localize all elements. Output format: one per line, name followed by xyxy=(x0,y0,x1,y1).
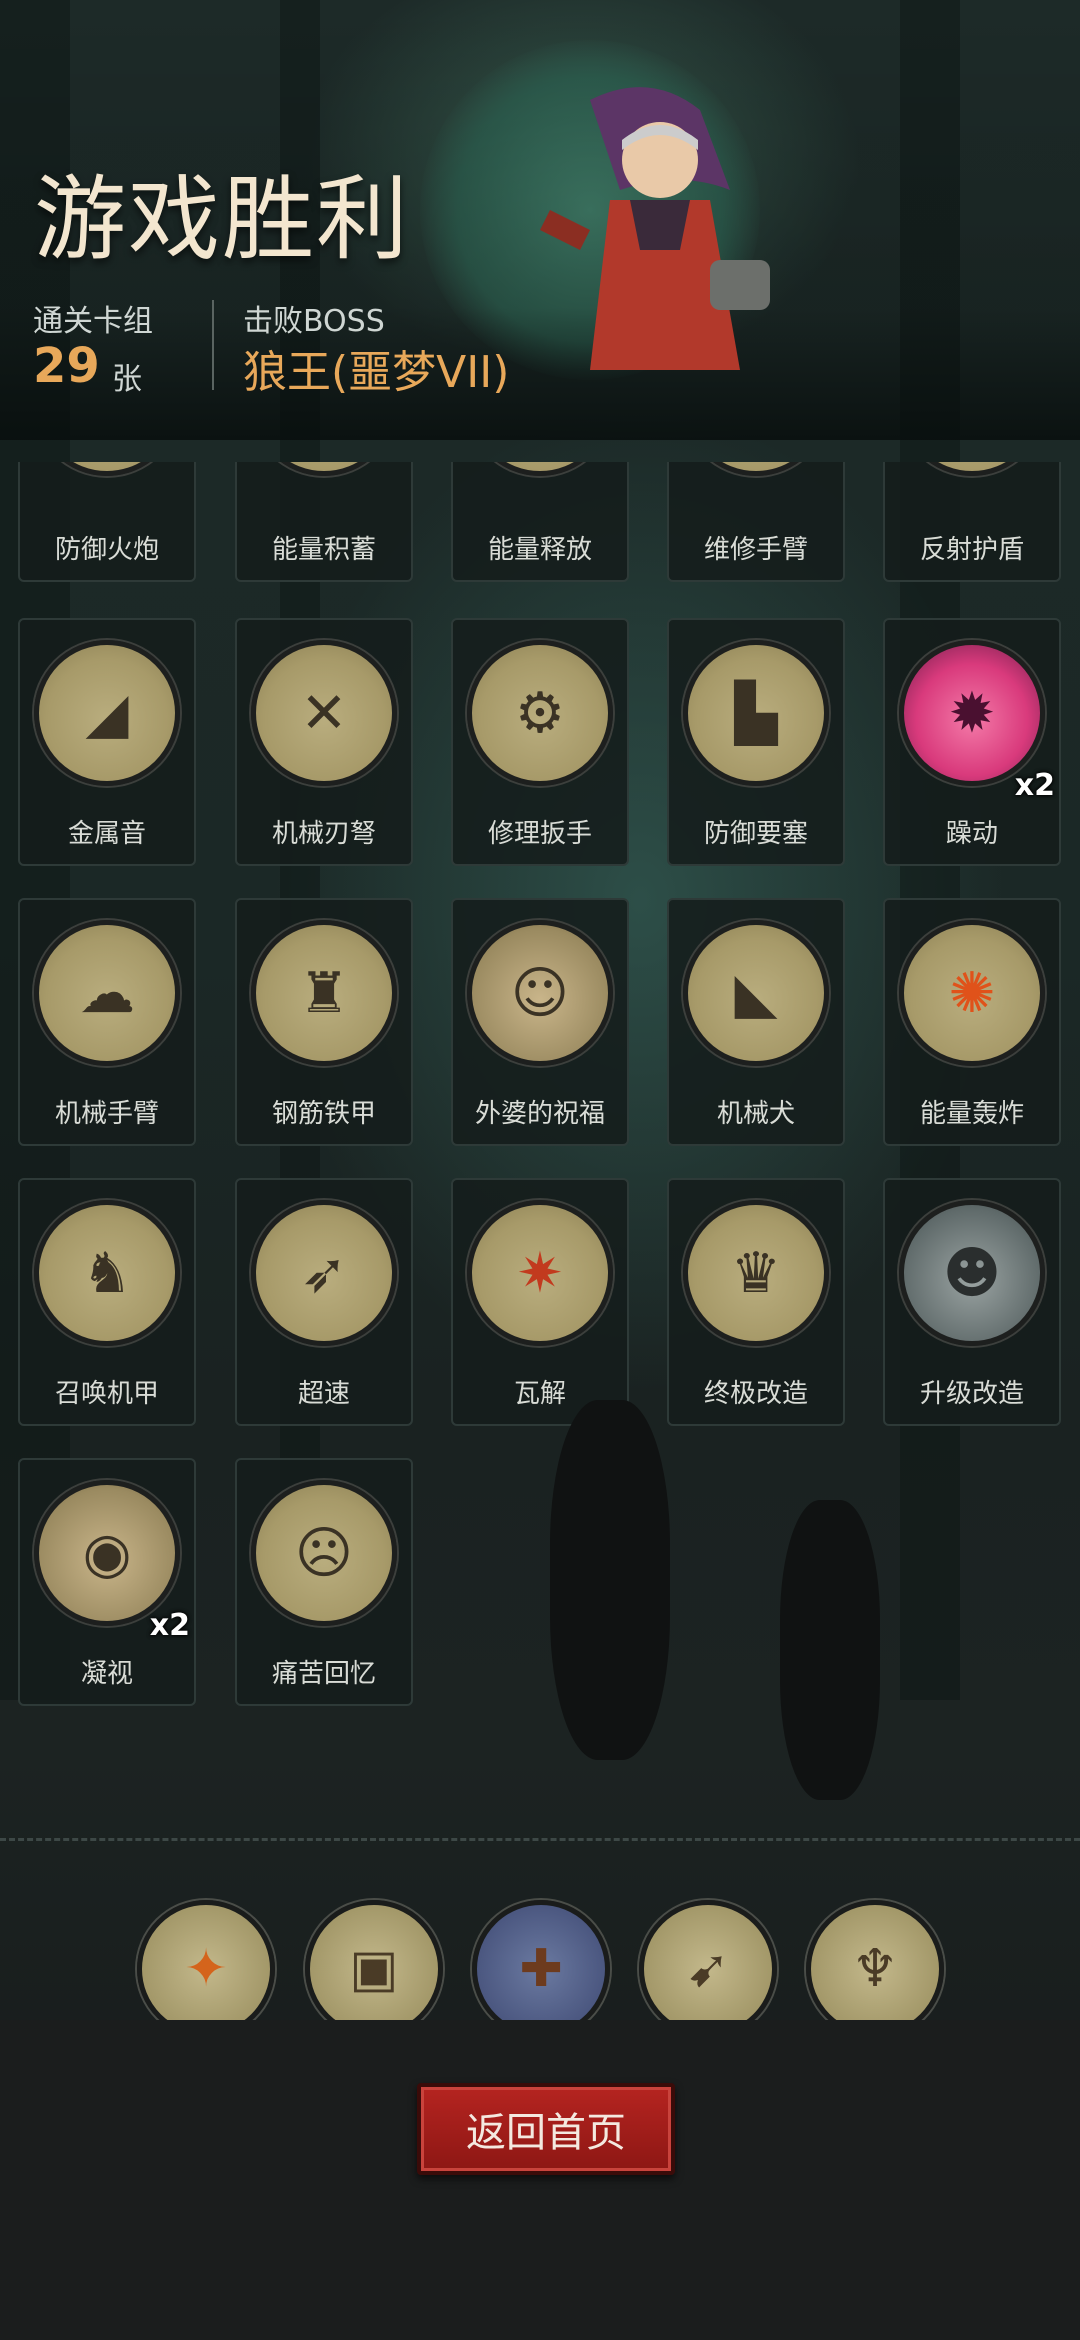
card-name: 反射护盾 xyxy=(919,535,1024,565)
card-name: 机械刃弩 xyxy=(271,819,376,849)
fire-drill-relic-icon[interactable]: ✦ xyxy=(137,1900,275,2038)
holy-book-relic-icon[interactable]: ✚ xyxy=(472,1900,610,2038)
return-home-button[interactable]: 返回首页 xyxy=(417,2083,675,2175)
card-item[interactable]: ♜ 钢筋铁甲 xyxy=(235,898,413,1146)
summon-mech-icon: ♞ xyxy=(34,1200,180,1346)
card-item[interactable]: 维修手臂 xyxy=(667,462,845,582)
card-name: 机械手臂 xyxy=(54,1099,159,1129)
card-name: 能量轰炸 xyxy=(919,1099,1024,1129)
boss-label: 击败BOSS xyxy=(243,304,385,339)
section-divider xyxy=(0,1838,1080,1841)
energy-store-icon xyxy=(251,462,397,476)
card-item[interactable]: ⚙ 修理扳手 xyxy=(451,618,629,866)
gaze-owl-icon: ◉ xyxy=(34,1480,180,1626)
arrows-relic-icon[interactable]: ➹ xyxy=(639,1900,777,2038)
steel-armor-icon: ♜ xyxy=(251,920,397,1066)
clear-deck-unit: 张 xyxy=(112,362,142,397)
card-name: 机械犬 xyxy=(716,1099,795,1129)
painful-memory-icon: ☹ xyxy=(251,1480,397,1626)
disintegrate-icon: ✷ xyxy=(467,1200,613,1346)
mech-arm-icon: ☁ xyxy=(34,920,180,1066)
cannon-icon xyxy=(34,462,180,476)
card-name: 升级改造 xyxy=(919,1379,1024,1409)
relic-row: ✦ ▣ ✚ ➹ ♆ xyxy=(0,1900,1080,2038)
card-item[interactable]: ✕ 机械刃弩 xyxy=(235,618,413,866)
overspeed-icon: ➶ xyxy=(251,1200,397,1346)
blade-crossbow-icon: ✕ xyxy=(251,640,397,786)
boss-name: 狼王(噩梦VII) xyxy=(243,347,510,398)
card-item[interactable]: ▙ 防御要塞 xyxy=(667,618,845,866)
clear-deck-count: 29 xyxy=(33,338,100,394)
card-item[interactable]: ◣ 机械犬 xyxy=(667,898,845,1146)
card-item[interactable]: ☺ 外婆的祝福 xyxy=(451,898,629,1146)
energy-bomb-icon: ✺ xyxy=(899,920,1045,1066)
mech-dog-icon: ◣ xyxy=(683,920,829,1066)
card-name: 防御要塞 xyxy=(703,819,808,849)
fortress-icon: ▙ xyxy=(683,640,829,786)
gargoyle-relic-icon[interactable]: ♆ xyxy=(806,1900,944,2038)
card-name: 召唤机甲 xyxy=(54,1379,159,1409)
silhouette-decoration xyxy=(550,1400,670,1760)
deck-card-grid: 防御火炮 能量积蓄 能量释放 维修手臂 反射护盾 ◢ 金属音 ✕ 机械刃弩 ⚙ … xyxy=(0,462,1080,1722)
upgrade-mod-icon: ☻ xyxy=(899,1200,1045,1346)
card-name: 能量积蓄 xyxy=(271,535,376,565)
card-item[interactable]: 防御火炮 xyxy=(18,462,196,582)
stat-divider xyxy=(212,300,214,390)
card-name: 防御火炮 xyxy=(54,535,159,565)
card-name: 维修手臂 xyxy=(703,535,808,565)
restless-icon: ✹ xyxy=(899,640,1045,786)
card-name: 躁动 xyxy=(945,819,998,849)
card-item[interactable]: ✺ 能量轰炸 xyxy=(883,898,1061,1146)
card-name: 能量释放 xyxy=(487,535,592,565)
card-item[interactable]: ♛ 终极改造 xyxy=(667,1178,845,1426)
machine-relic-icon[interactable]: ▣ xyxy=(305,1900,443,2038)
page-title: 游戏胜利 xyxy=(34,166,411,273)
footer-bar xyxy=(0,2020,1080,2340)
card-count-badge: x2 xyxy=(149,1608,190,1643)
card-item[interactable]: ♞ 召唤机甲 xyxy=(18,1178,196,1426)
card-name: 钢筋铁甲 xyxy=(271,1099,376,1129)
card-item[interactable]: 能量释放 xyxy=(451,462,629,582)
clear-deck-label: 通关卡组 xyxy=(33,304,153,339)
card-item[interactable]: ☁ 机械手臂 xyxy=(18,898,196,1146)
card-name: 痛苦回忆 xyxy=(271,1659,376,1689)
card-item[interactable]: ➶ 超速 xyxy=(235,1178,413,1426)
card-item[interactable]: ◉ x2 凝视 xyxy=(18,1458,196,1706)
card-count-badge: x2 xyxy=(1014,768,1055,803)
card-name: 超速 xyxy=(297,1379,350,1409)
grandma-blessing-icon: ☺ xyxy=(467,920,613,1066)
metal-sound-icon: ◢ xyxy=(34,640,180,786)
card-name: 修理扳手 xyxy=(487,819,592,849)
silhouette-decoration xyxy=(780,1500,880,1800)
reflect-shield-icon xyxy=(899,462,1045,476)
card-item[interactable]: ☻ 升级改造 xyxy=(883,1178,1061,1426)
heroine-portrait xyxy=(540,87,770,370)
card-name: 金属音 xyxy=(67,819,146,849)
ultimate-mod-icon: ♛ xyxy=(683,1200,829,1346)
card-item[interactable]: ☹ 痛苦回忆 xyxy=(235,1458,413,1706)
card-item[interactable]: 能量积蓄 xyxy=(235,462,413,582)
card-item[interactable]: ✷ 瓦解 xyxy=(451,1178,629,1426)
card-name: 凝视 xyxy=(80,1659,133,1689)
energy-release-icon xyxy=(467,462,613,476)
repair-arm-icon xyxy=(683,462,829,476)
card-name: 终极改造 xyxy=(703,1379,808,1409)
card-item[interactable]: ◢ 金属音 xyxy=(18,618,196,866)
card-item[interactable]: ✹ x2 躁动 xyxy=(883,618,1061,866)
card-name: 外婆的祝福 xyxy=(474,1099,605,1129)
card-item[interactable]: 反射护盾 xyxy=(883,462,1061,582)
wrench-icon: ⚙ xyxy=(467,640,613,786)
